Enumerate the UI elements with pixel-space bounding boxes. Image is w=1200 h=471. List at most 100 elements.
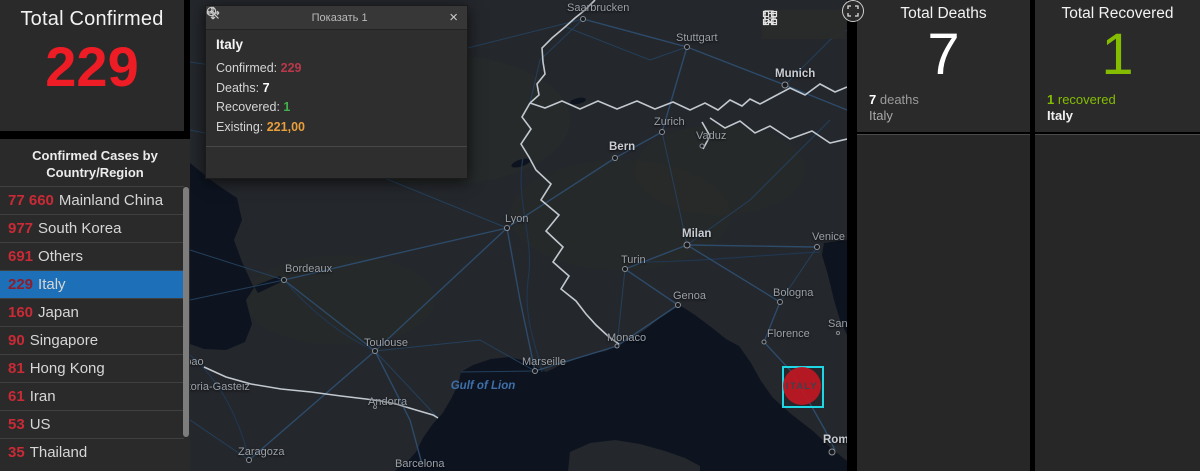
country-name: South Korea [38, 220, 122, 237]
city-label: Bordeaux [285, 263, 333, 275]
marker-label: ITALY [785, 381, 818, 391]
city-label: Florence [767, 328, 810, 340]
country-name: US [29, 416, 51, 433]
country-confirmed-count: 35 [8, 444, 25, 461]
sea-label: Gulf of Lion [450, 380, 516, 392]
move-pan-icon[interactable] [206, 6, 236, 174]
list-header: Confirmed Cases by Country/Region [0, 139, 190, 181]
city-label: Zurich [654, 116, 685, 128]
country-list-item[interactable]: 229 Italy [0, 270, 184, 298]
total-recovered-value: 1 [1101, 22, 1134, 87]
recovered-lower-panel [1035, 134, 1200, 471]
popup-stat-row: Confirmed: 229 [216, 59, 457, 79]
stat-label: Recovered: [216, 100, 280, 114]
country-confirmed-count: 81 [8, 360, 25, 377]
popup-place-name: Italy [216, 37, 244, 52]
country-name: Others [38, 248, 84, 265]
basemap-grid-icon[interactable] [762, 10, 842, 35]
country-confirmed-count: 77 660 [8, 192, 54, 209]
legend-icon[interactable] [764, 12, 814, 35]
zoom-to-icon[interactable] [206, 6, 268, 174]
total-deaths-title: Total Deaths [900, 5, 987, 22]
country-confirmed-count: 160 [8, 304, 34, 321]
popup-stat-row: Existing: 221,00 [216, 118, 457, 138]
city-label: Vitoria-Gasteiz [190, 381, 250, 393]
popup-title: Показать 1 [311, 11, 368, 24]
city-label: Bologna [773, 287, 814, 299]
recovered-region: Italy [1047, 108, 1074, 123]
city-label: San Marino [828, 318, 847, 330]
city-label: Monaco [607, 332, 647, 344]
city-label: Rome [823, 434, 847, 446]
country-name: Mainland China [58, 192, 164, 209]
city-label: Venice [812, 231, 846, 243]
total-confirmed-title: Total Confirmed [20, 8, 164, 30]
country-confirmed-count: 90 [8, 332, 25, 349]
country-confirmed-count: 229 [8, 276, 34, 293]
stat-label: Existing: [216, 119, 264, 134]
city-label: Bilbao [190, 356, 204, 368]
popup-body: Italy Confirmed: 229 Deaths: 7 Recovered… [206, 30, 467, 146]
deaths-sub-label: deaths [879, 92, 919, 107]
country-name: Iran [29, 388, 56, 405]
country-name: Singapore [29, 332, 99, 349]
close-icon[interactable]: × [440, 6, 467, 29]
country-confirmed-count: 977 [8, 220, 34, 237]
city-label: Milan [682, 228, 712, 240]
popup-stat-row: Deaths: 7 [216, 79, 457, 99]
country-name: Hong Kong [29, 360, 105, 377]
expand-arrows-icon[interactable] [842, 0, 864, 22]
list-header-line2: Country/Region [46, 165, 144, 180]
stat-label: Deaths: [216, 80, 260, 95]
total-confirmed-value: 229 [45, 35, 139, 98]
deaths-region: Italy [869, 108, 893, 123]
city-label: Toulouse [364, 337, 409, 349]
map-popup: Показать 1 × Italy Confirmed: 229 Deaths… [205, 5, 468, 179]
total-recovered-panel: Total Recovered 1 1 recovered Italy [1035, 0, 1200, 132]
country-list-item[interactable]: 90 Singapore [0, 326, 184, 354]
total-confirmed-panel: Total Confirmed 229 [0, 0, 184, 131]
country-confirmed-count: 691 [8, 248, 34, 265]
city-label: Barcelona [395, 458, 445, 470]
deaths-breakdown: 7 deaths Italy [869, 92, 919, 124]
confirmed-cases-list-panel: Confirmed Cases by Country/Region 77 660… [0, 139, 190, 471]
popup-footer [206, 6, 467, 178]
list-header-line1: Confirmed Cases by [32, 148, 158, 163]
country-list-item[interactable]: 691 Others [0, 242, 184, 270]
selection-box: ITALY [782, 366, 824, 408]
country-name: Italy [38, 276, 66, 293]
map-toolbar [762, 10, 846, 39]
country-list-item[interactable]: 35 Thailand [0, 438, 184, 466]
recovered-sub-label: recovered [1057, 92, 1116, 107]
city-label: Saarbrucken [567, 2, 630, 14]
total-deaths-value: 7 [927, 22, 960, 87]
country-list-item[interactable]: 81 Hong Kong [0, 354, 184, 382]
popup-stats: Confirmed: 229 Deaths: 7 Recovered: 1 Ex… [216, 59, 457, 137]
recovered-breakdown: 1 recovered Italy [1047, 92, 1116, 124]
country-list-item[interactable]: 160 Japan [0, 298, 184, 326]
city-label: Marseille [522, 356, 567, 368]
popup-stat-row: Recovered: 1 [216, 98, 457, 118]
deaths-lower-panel [857, 134, 1030, 471]
deaths-sub-value: 7 [869, 92, 877, 107]
country-list-item[interactable]: 61 Iran [0, 382, 184, 410]
city-label: Andorra [368, 396, 408, 408]
country-name: Thailand [29, 444, 88, 461]
dashboard: Total Confirmed 229 Confirmed Cases by C… [0, 0, 1200, 471]
city-label: Lyon [505, 213, 529, 225]
stat-value: 229 [280, 61, 302, 75]
city-label: Stuttgart [676, 32, 718, 44]
city-label: Turin [621, 254, 646, 266]
country-confirmed-count: 53 [8, 416, 25, 433]
map-canvas[interactable]: Saarbrucken Stuttgart Munich Zurich Vaduz Ber… [190, 0, 847, 471]
recovered-sub-value: 1 [1047, 92, 1055, 107]
country-list-item[interactable]: 53 US [0, 410, 184, 438]
country-list-item[interactable]: 77 660 Mainland China [0, 186, 184, 214]
list-scrollbar-thumb[interactable] [183, 187, 189, 437]
stat-value: 7 [262, 80, 270, 95]
city-label: Munich [775, 68, 816, 80]
total-recovered-title: Total Recovered [1061, 5, 1174, 22]
popup-header[interactable]: Показать 1 × [206, 6, 467, 30]
country-list-item[interactable]: 977 South Korea [0, 214, 184, 242]
italy-case-marker[interactable]: ITALY [783, 367, 821, 405]
